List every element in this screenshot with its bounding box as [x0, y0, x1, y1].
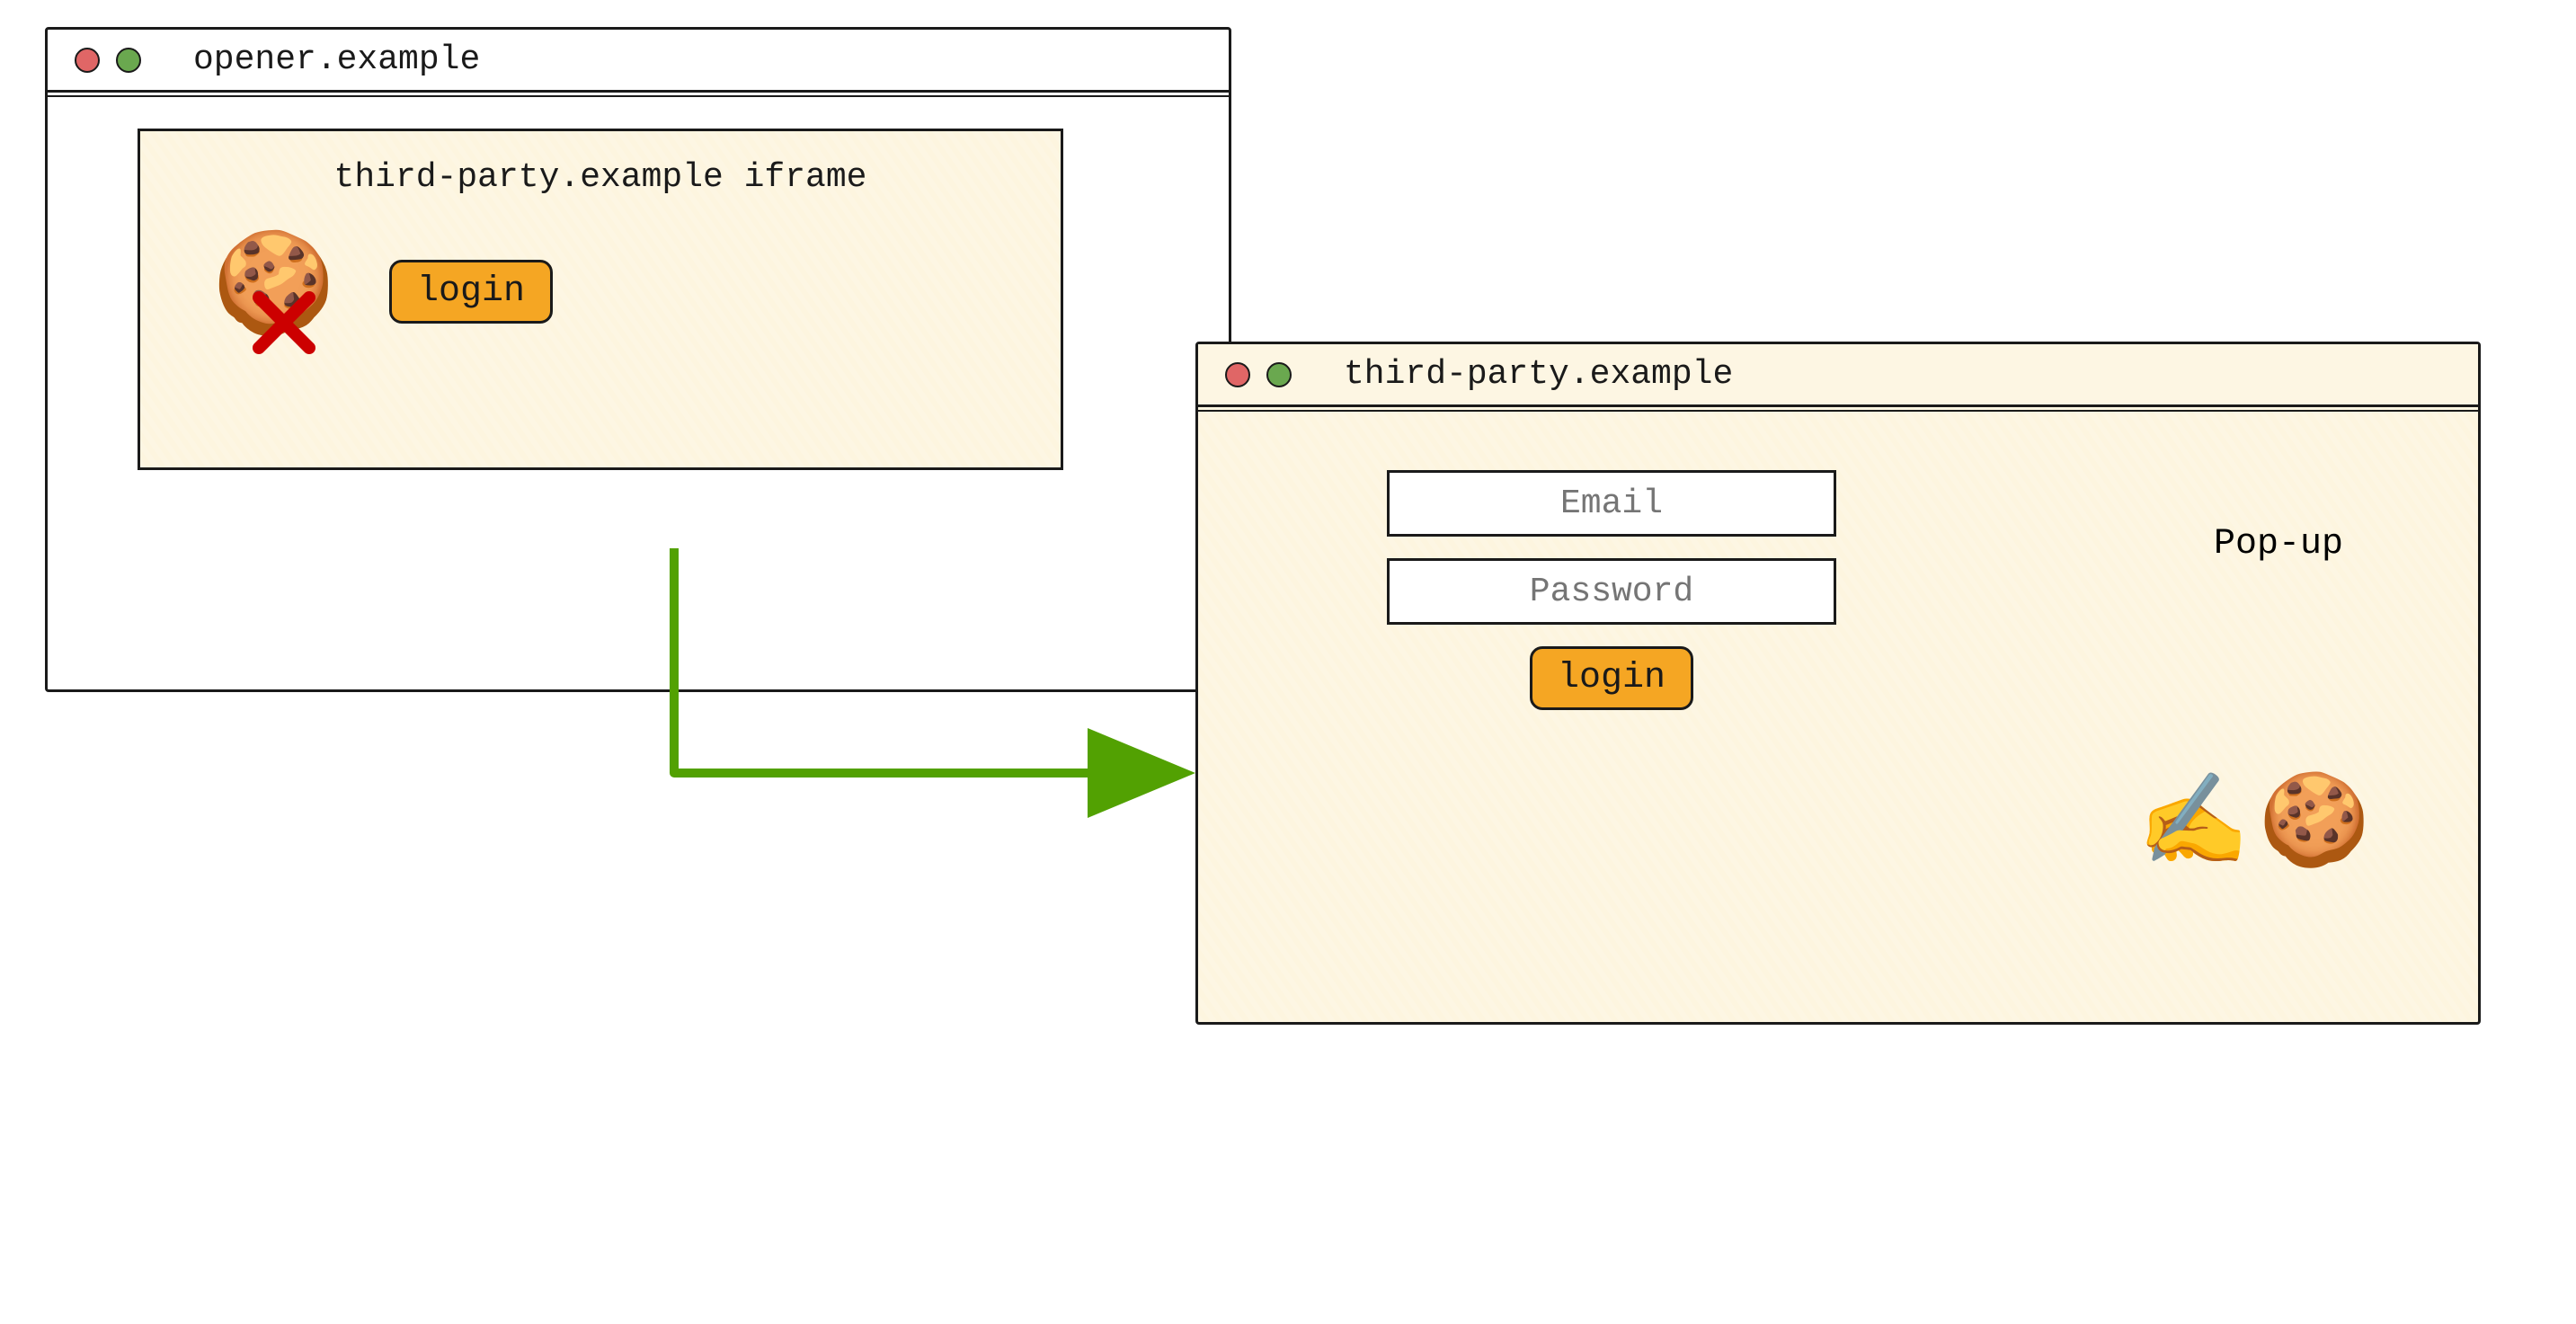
- cross-icon: [248, 287, 320, 359]
- opener-titlebar: opener.example: [48, 30, 1229, 93]
- close-icon[interactable]: [1225, 362, 1250, 387]
- iframe-login-button[interactable]: login: [389, 260, 553, 324]
- popup-titlebar: third-party.example: [1198, 344, 2478, 407]
- writing-hand-icon: ✍️: [2137, 768, 2250, 878]
- cookie-blocked: 🍪: [212, 242, 335, 341]
- iframe-title: third-party.example iframe: [176, 158, 1025, 197]
- iframe-content: 🍪 login: [176, 242, 1025, 341]
- popup-window: third-party.example Pop-up login ✍️ 🍪: [1195, 342, 2481, 1025]
- maximize-icon[interactable]: [1266, 362, 1292, 387]
- opener-window: opener.example third-party.example ifram…: [45, 27, 1231, 692]
- password-field[interactable]: [1387, 558, 1836, 625]
- login-form: login: [1369, 470, 1854, 710]
- close-icon[interactable]: [75, 48, 100, 73]
- cookie-icon: 🍪: [2258, 768, 2370, 878]
- cookie-write: ✍️ 🍪: [2137, 768, 2370, 878]
- popup-body: Pop-up login ✍️ 🍪: [1198, 407, 2478, 1022]
- opener-url: opener.example: [193, 40, 480, 79]
- email-field[interactable]: [1387, 470, 1836, 537]
- popup-login-button[interactable]: login: [1530, 646, 1693, 710]
- popup-label: Pop-up: [2214, 524, 2343, 564]
- third-party-iframe: third-party.example iframe 🍪 login: [138, 129, 1063, 470]
- popup-url: third-party.example: [1344, 355, 1733, 394]
- opener-body: third-party.example iframe 🍪 login: [48, 93, 1229, 689]
- maximize-icon[interactable]: [116, 48, 141, 73]
